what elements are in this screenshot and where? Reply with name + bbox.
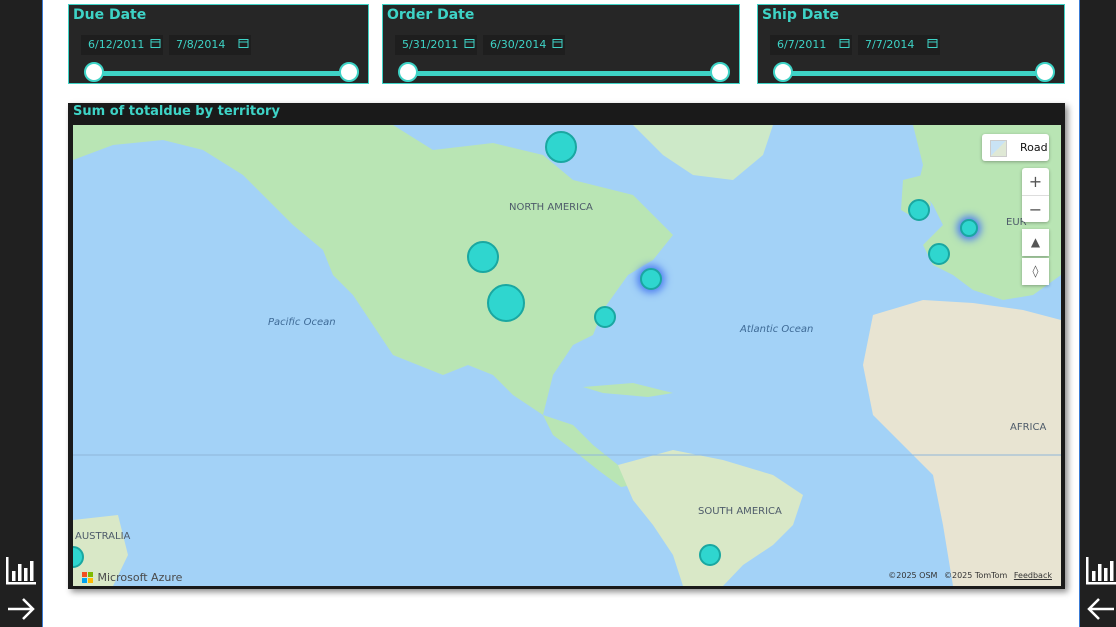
territory-bubble[interactable] bbox=[467, 241, 499, 273]
territory-bubble[interactable] bbox=[487, 284, 525, 322]
north-america-label: NORTH AMERICA bbox=[509, 202, 593, 213]
feedback-link[interactable]: Feedback bbox=[1014, 571, 1052, 580]
territory-bubble[interactable] bbox=[928, 243, 950, 265]
pitch-icon[interactable]: ▲ bbox=[1022, 229, 1049, 256]
calendar-icon[interactable] bbox=[839, 38, 850, 49]
microsoft-azure-logo: Microsoft Azure bbox=[82, 571, 182, 584]
map-style-label: Road bbox=[1020, 141, 1048, 154]
ship-date-slicer: Ship Date 6/7/2011 7/7/2014 bbox=[757, 4, 1065, 84]
right-rail bbox=[1079, 0, 1116, 627]
map-style-thumbnail-icon bbox=[990, 140, 1007, 157]
territory-bubble[interactable] bbox=[908, 199, 930, 221]
osm-copyright: ©2025 OSM bbox=[888, 571, 938, 580]
calendar-icon[interactable] bbox=[238, 38, 249, 49]
range-track bbox=[408, 71, 721, 76]
visual-title: Sum of totaldue by territory bbox=[73, 104, 280, 119]
range-start-handle[interactable] bbox=[773, 62, 793, 82]
slicer-title: Ship Date bbox=[762, 7, 839, 23]
south-america-label: SOUTH AMERICA bbox=[698, 506, 782, 517]
range-track bbox=[783, 71, 1046, 76]
map-canvas[interactable]: NORTH AMERICA SOUTH AMERICA EUR AFRICA A… bbox=[73, 125, 1061, 586]
zoom-in-button[interactable]: + bbox=[1022, 168, 1049, 195]
order-date-slicer: Order Date 5/31/2011 6/30/2014 bbox=[382, 4, 740, 84]
bar-chart-icon[interactable] bbox=[4, 553, 38, 587]
range-start-handle[interactable] bbox=[84, 62, 104, 82]
bar-chart-icon[interactable] bbox=[1084, 553, 1116, 587]
zoom-out-button[interactable]: − bbox=[1022, 195, 1049, 223]
slicer-title: Order Date bbox=[387, 7, 475, 23]
range-end-handle[interactable] bbox=[1035, 62, 1055, 82]
brand-text: Microsoft Azure bbox=[97, 571, 183, 584]
arrow-left-icon[interactable] bbox=[1084, 592, 1116, 626]
atlantic-ocean-label: Atlantic Ocean bbox=[740, 324, 814, 335]
arrow-right-icon[interactable] bbox=[4, 592, 38, 626]
due-date-slicer: Due Date 6/12/2011 7/8/2014 bbox=[68, 4, 369, 84]
map-attribution: ©2025 OSM ©2025 TomTom Feedback bbox=[888, 571, 1052, 580]
australia-label: AUSTRALIA bbox=[75, 531, 131, 542]
compass-icon[interactable]: ◊ bbox=[1022, 258, 1049, 285]
territory-bubble[interactable] bbox=[545, 131, 577, 163]
africa-label: AFRICA bbox=[1010, 422, 1047, 433]
calendar-icon[interactable] bbox=[927, 38, 938, 49]
range-end-handle[interactable] bbox=[710, 62, 730, 82]
tomtom-copyright: ©2025 TomTom bbox=[944, 571, 1008, 580]
territory-bubble[interactable] bbox=[640, 268, 662, 290]
territory-bubble[interactable] bbox=[960, 219, 978, 237]
territory-bubble[interactable] bbox=[699, 544, 721, 566]
range-track bbox=[94, 71, 350, 76]
calendar-icon[interactable] bbox=[150, 38, 161, 49]
territory-bubble[interactable] bbox=[594, 306, 616, 328]
zoom-control: + − bbox=[1022, 168, 1049, 222]
range-end-handle[interactable] bbox=[339, 62, 359, 82]
map-visual: Sum of totaldue by territory NORTH AMERI… bbox=[68, 103, 1065, 589]
pacific-ocean-label: Pacific Ocean bbox=[268, 317, 336, 328]
left-rail bbox=[0, 0, 43, 627]
map-style-button[interactable]: Road bbox=[982, 134, 1049, 161]
slicer-title: Due Date bbox=[73, 7, 147, 23]
calendar-icon[interactable] bbox=[552, 38, 563, 49]
calendar-icon[interactable] bbox=[464, 38, 475, 49]
range-start-handle[interactable] bbox=[398, 62, 418, 82]
map-basemap bbox=[73, 125, 1061, 586]
